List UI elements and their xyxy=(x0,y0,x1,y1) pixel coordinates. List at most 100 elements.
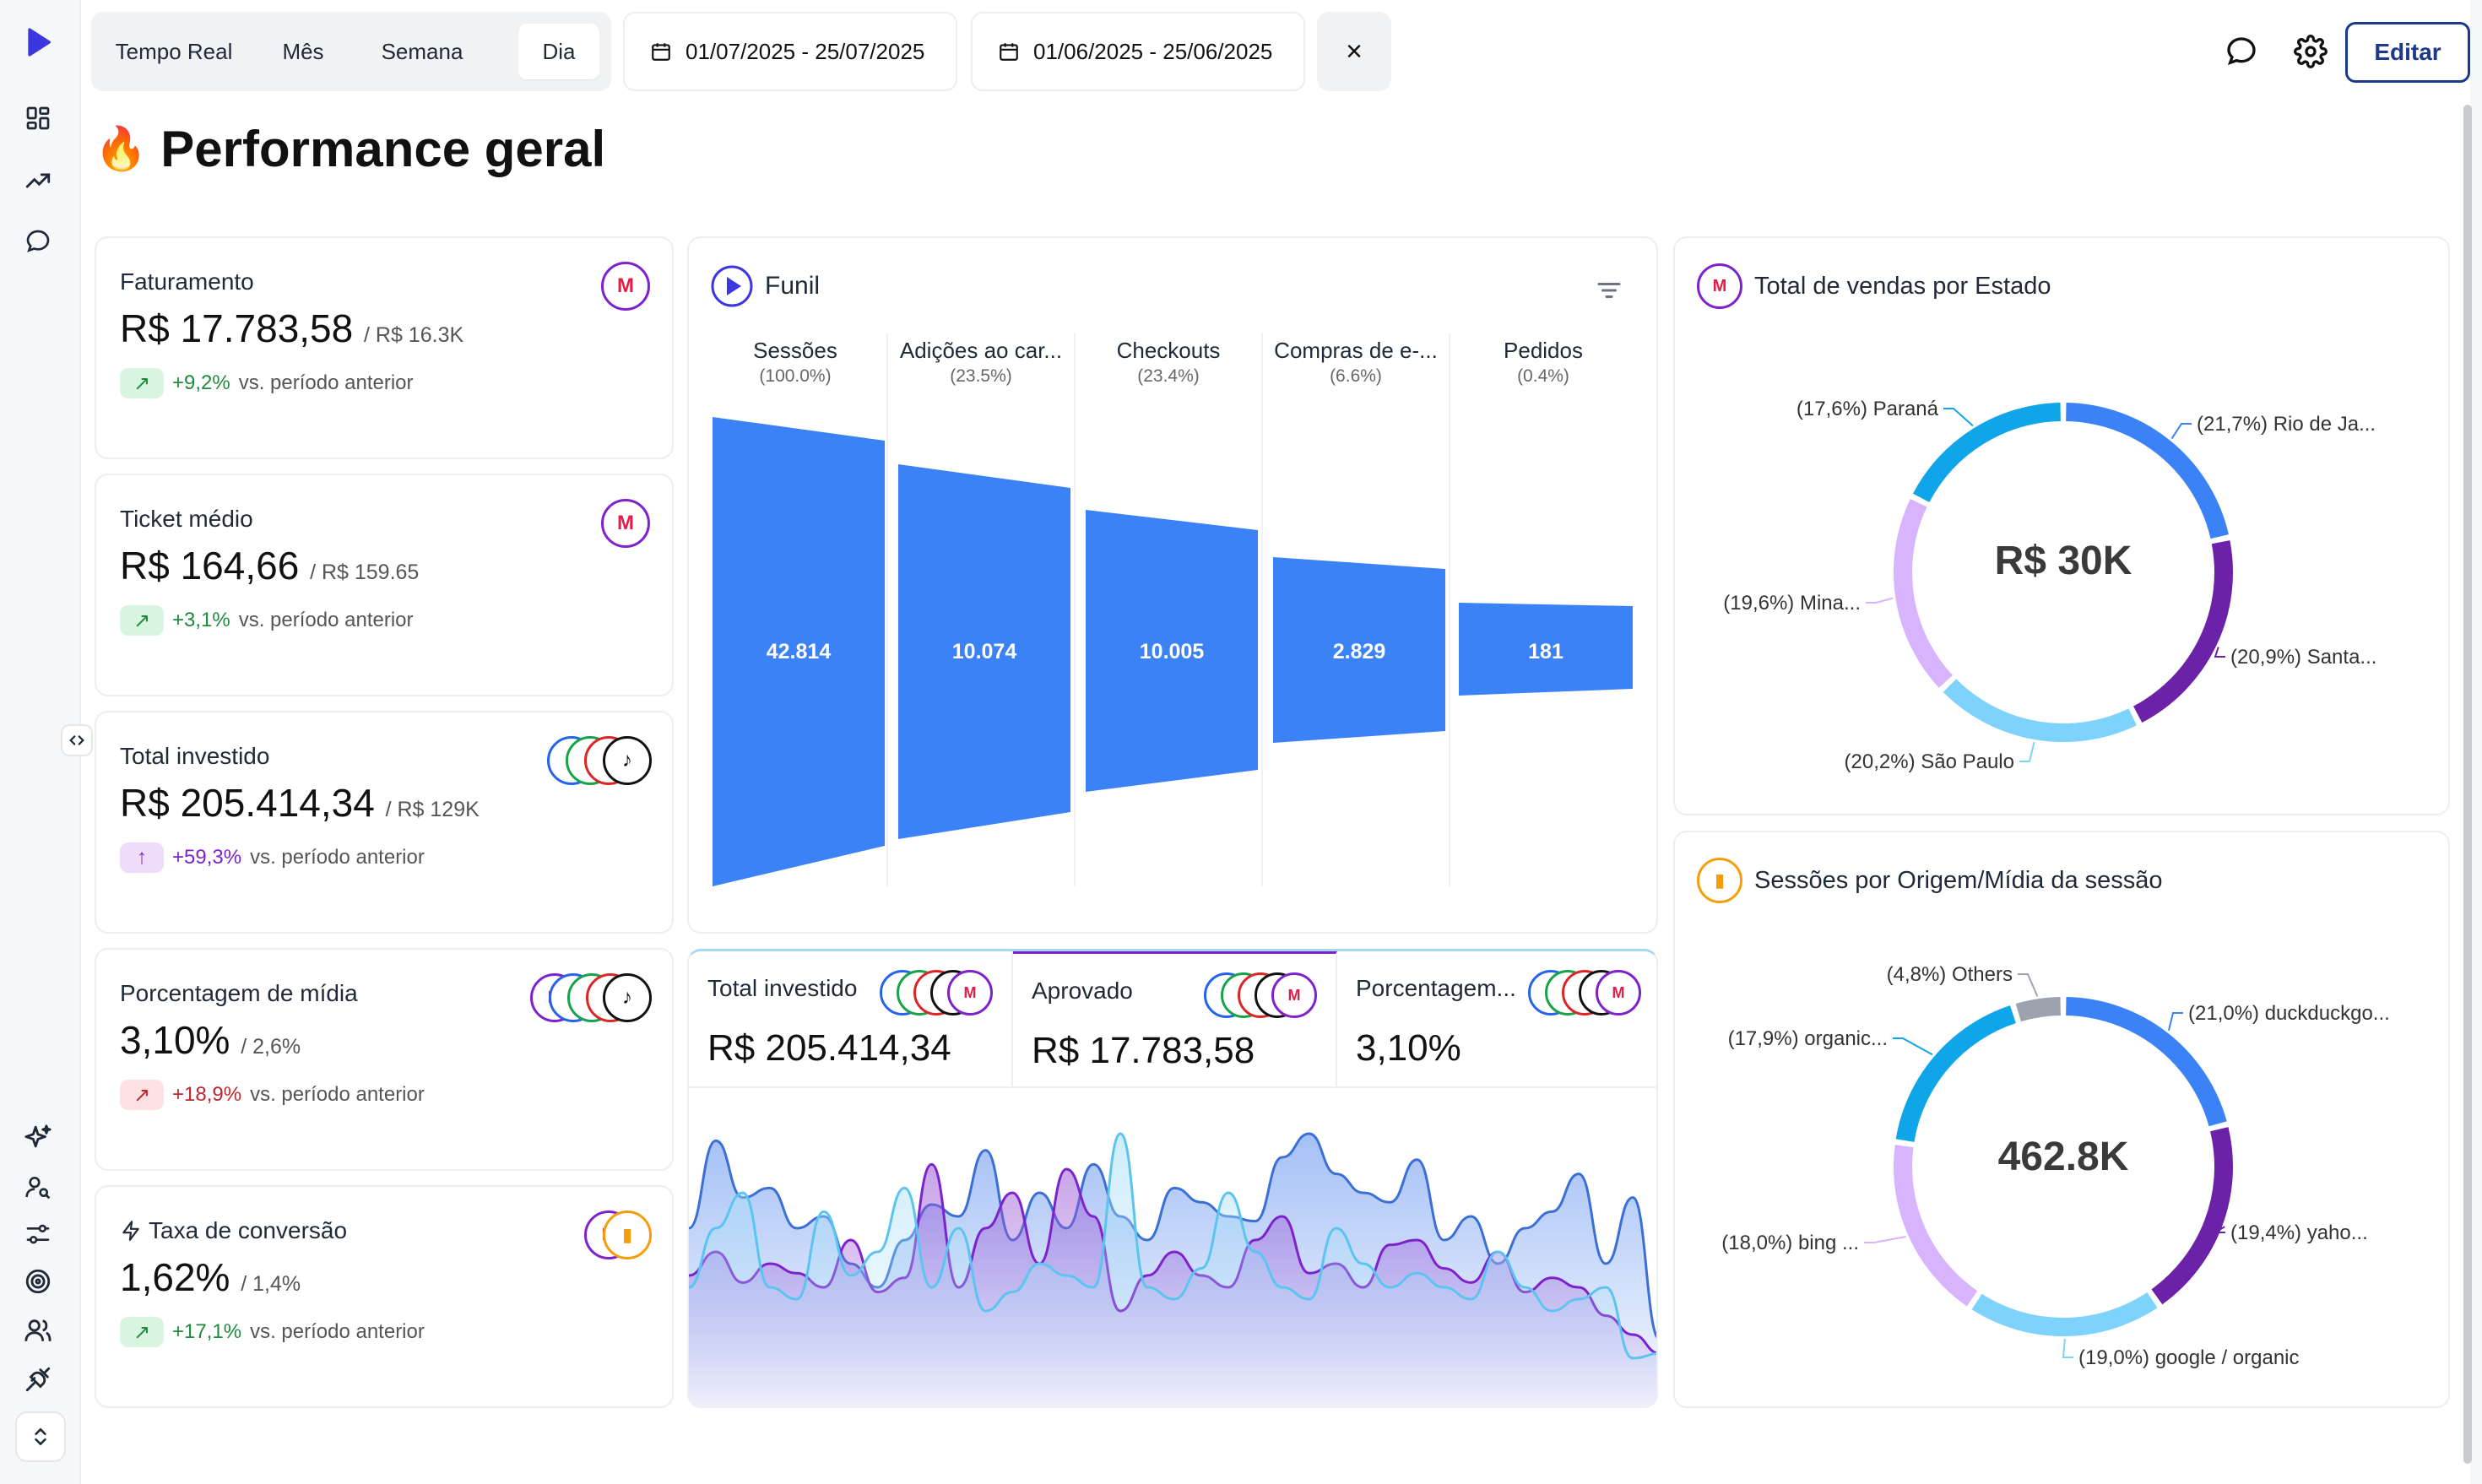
donut-slice-label: (19,0%) google / organic xyxy=(2078,1346,2300,1369)
donut-slice-label: (21,0%) duckduckgo... xyxy=(2188,1002,2390,1025)
tab-dia[interactable]: Dia xyxy=(518,24,599,79)
donut-slice[interactable] xyxy=(1971,1292,2158,1336)
page-title-text: Performance geral xyxy=(160,121,606,177)
donut-slice[interactable] xyxy=(2015,997,2062,1022)
kpi-previous-value: / R$ 129K xyxy=(385,798,480,821)
donut-slice[interactable] xyxy=(1912,403,2061,503)
kpi-card-porcentagem-midia[interactable]: Porcentagem de mídia M ∞ ▲ ● ♪ 3,10% / 2… xyxy=(95,948,674,1171)
kpi-delta-value: +18,9% xyxy=(172,1083,242,1106)
edit-button[interactable]: Editar xyxy=(2345,22,2470,83)
sessions-by-source-donut: 462.8K (21,0%) duckduckgo... (19,4%) yaho… xyxy=(1721,963,2390,1369)
kpi-delta-text: vs. período anterior xyxy=(238,609,414,631)
store-logo-icon: M xyxy=(601,262,650,311)
source-logos: ∞ ▲ ● ♪ M xyxy=(1204,972,1322,1020)
investment-chart-card: Total investido ∞ ▲ ● ♪ M R$ 205.414,34 … xyxy=(687,949,1658,1408)
metric-porcentagem[interactable]: Porcentagem... ∞ ▲ ● ♪ M 3,10% xyxy=(1337,951,1656,1086)
donut-leader-line xyxy=(2167,1012,2183,1031)
trend-icon[interactable] xyxy=(19,162,57,199)
expand-collapse-button[interactable] xyxy=(15,1411,66,1462)
metric-total-investido[interactable]: Total investido ∞ ▲ ● ♪ M R$ 205.414,34 xyxy=(689,951,1013,1086)
metric-value: R$ 17.783,58 xyxy=(1032,1030,1255,1071)
page-scrollbar[interactable] xyxy=(2463,105,2472,1464)
close-icon: × xyxy=(1346,35,1363,68)
arrow-up-right-icon: ↗ xyxy=(120,1080,164,1110)
page-title: 🔥 Performance geral xyxy=(95,120,605,178)
date-range-compare[interactable]: 01/06/2025 - 25/06/2025 xyxy=(971,12,1305,91)
donut-slice-label: (21,7%) Rio de Ja... xyxy=(2197,413,2376,436)
kpi-delta-value: +3,1% xyxy=(172,609,230,631)
source-logos: M xyxy=(601,262,652,311)
donut-slice[interactable] xyxy=(2151,1127,2233,1305)
arrow-up-right-icon: ↗ xyxy=(120,605,164,636)
donut-slice[interactable] xyxy=(1895,1005,2017,1142)
target-icon[interactable] xyxy=(19,1263,57,1300)
metric-title: Aprovado xyxy=(1032,978,1133,1004)
kpi-card-total-investido[interactable]: Total investido ∞ ▲ ● ♪ R$ 205.414,34 / … xyxy=(95,711,674,934)
calendar-icon xyxy=(1000,43,1018,61)
donut-slice[interactable] xyxy=(1943,679,2137,742)
kpi-value: R$ 205.414,34 / R$ 129K xyxy=(120,780,480,826)
plug-icon[interactable] xyxy=(19,1361,57,1398)
dashboard-icon[interactable] xyxy=(19,100,57,137)
kpi-title: Ticket médio xyxy=(120,506,253,532)
settings-button[interactable] xyxy=(2291,32,2330,71)
donut-leader-line xyxy=(1866,597,1894,604)
comments-button[interactable] xyxy=(2222,32,2261,71)
tab-mes[interactable]: Mês xyxy=(257,24,350,79)
funnel-value-label: 2.829 xyxy=(1333,640,1386,663)
donut-slice[interactable] xyxy=(1894,1145,1978,1307)
metric-title: Total investido xyxy=(707,975,858,1001)
sales-by-state-donut: R$ 30K (21,7%) Rio de Ja... (20,9%) Santa… xyxy=(1723,398,2376,773)
store-logo-icon: M xyxy=(1271,972,1317,1018)
tab-tempo-real[interactable]: Tempo Real xyxy=(103,24,245,79)
arrow-up-right-icon: ↗ xyxy=(120,1317,164,1347)
metric-aprovado[interactable]: Aprovado ∞ ▲ ● ♪ M R$ 17.783,58 xyxy=(1013,951,1337,1086)
source-logos: M xyxy=(601,499,652,548)
donut-leader-line xyxy=(2170,423,2192,440)
donut-leader-line xyxy=(1864,1236,1906,1243)
analytics-logo-icon: ▮ xyxy=(603,1210,652,1259)
users-icon[interactable] xyxy=(19,1312,57,1349)
kpi-card-taxa-conversao[interactable]: Taxa de conversão M ▮ 1,62% / 1,4% ↗ +17… xyxy=(95,1185,674,1408)
kpi-title: Total investido xyxy=(120,743,270,769)
logo-play-icon[interactable] xyxy=(19,24,57,61)
sliders-icon[interactable] xyxy=(19,1216,57,1253)
kpi-value-text: 1,62% xyxy=(120,1255,230,1299)
kpi-previous-value: / 1,4% xyxy=(241,1272,301,1296)
kpi-value: 1,62% / 1,4% xyxy=(120,1254,301,1300)
donut-leader-line xyxy=(2062,1338,2073,1358)
kpi-card-ticket-medio[interactable]: Ticket médio M R$ 164,66 / R$ 159.65 ↗ +… xyxy=(95,474,674,696)
kpi-previous-value: / 2,6% xyxy=(241,1035,301,1059)
sparkle-icon[interactable] xyxy=(19,1119,57,1156)
chat-icon[interactable] xyxy=(19,223,57,260)
kpi-delta-text: vs. período anterior xyxy=(250,846,425,869)
kpi-title: Faturamento xyxy=(120,268,254,295)
donut-slice-label: (19,4%) yaho... xyxy=(2230,1221,2368,1244)
chat-icon xyxy=(2227,37,2256,66)
clear-compare-button[interactable]: × xyxy=(1317,12,1391,91)
donut-slice-label: (4,8%) Others xyxy=(1887,963,2013,986)
source-logos: ∞ ▲ ● ♪ xyxy=(547,736,652,785)
kpi-delta-text: vs. período anterior xyxy=(250,1320,425,1343)
funnel-chart: 42.814 10.074 10.005 2.829 181 xyxy=(713,417,1633,886)
kpi-card-faturamento[interactable]: Faturamento M R$ 17.783,58 / R$ 16.3K ↗ … xyxy=(95,236,674,459)
kpi-delta-text: vs. período anterior xyxy=(238,371,414,394)
donut-slice-label: (19,6%) Mina... xyxy=(1723,592,1861,615)
date-range-current[interactable]: 01/07/2025 - 25/07/2025 xyxy=(623,12,957,91)
kpi-value-text: 3,10% xyxy=(120,1018,230,1062)
date-range-current-label: 01/07/2025 - 25/07/2025 xyxy=(686,38,925,64)
funnel-value-label: 10.005 xyxy=(1140,640,1205,663)
period-tabs: Tempo Real Mês Semana Dia xyxy=(91,12,611,91)
calendar-icon xyxy=(652,43,670,61)
kpi-previous-value: / R$ 159.65 xyxy=(310,561,420,584)
tiktok-logo-icon: ♪ xyxy=(603,736,652,785)
donut-leader-line xyxy=(1893,1037,1933,1056)
area-chart xyxy=(689,1132,1656,1406)
donut-slice[interactable] xyxy=(2132,540,2233,723)
donut-slice[interactable] xyxy=(1894,499,1953,688)
date-range-compare-label: 01/06/2025 - 25/06/2025 xyxy=(1033,38,1273,64)
user-search-icon[interactable] xyxy=(19,1168,57,1205)
sidebar-toggle-button[interactable] xyxy=(61,724,93,756)
tab-semana[interactable]: Semana xyxy=(360,24,485,79)
donut-center-value: R$ 30K xyxy=(1995,539,2132,583)
